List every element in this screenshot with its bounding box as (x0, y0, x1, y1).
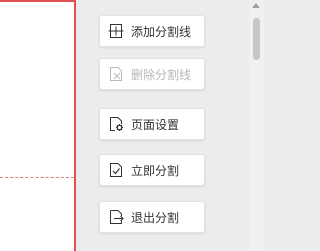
delete-split-line-button[interactable]: 删除分割线 (99, 58, 205, 90)
add-split-line-label: 添加分割线 (131, 24, 192, 39)
exit-split-icon (108, 209, 124, 225)
scrollbar-thumb[interactable] (253, 18, 260, 60)
split-now-icon (108, 162, 124, 178)
page-settings-icon (108, 116, 124, 132)
scroll-up-arrow-icon[interactable] (252, 3, 260, 8)
add-split-line-button[interactable]: 添加分割线 (99, 15, 205, 47)
split-now-label: 立即分割 (131, 163, 180, 178)
page-settings-label: 页面设置 (131, 117, 180, 132)
page-settings-button[interactable]: 页面设置 (99, 108, 205, 140)
add-split-line-icon (108, 23, 124, 39)
delete-split-line-label: 删除分割线 (131, 67, 192, 82)
page-preview (0, 0, 76, 251)
exit-split-button[interactable]: 退出分割 (99, 201, 205, 233)
split-now-button[interactable]: 立即分割 (99, 154, 205, 186)
split-line[interactable] (0, 177, 74, 178)
exit-split-label: 退出分割 (131, 210, 180, 225)
delete-split-line-icon (108, 66, 124, 82)
